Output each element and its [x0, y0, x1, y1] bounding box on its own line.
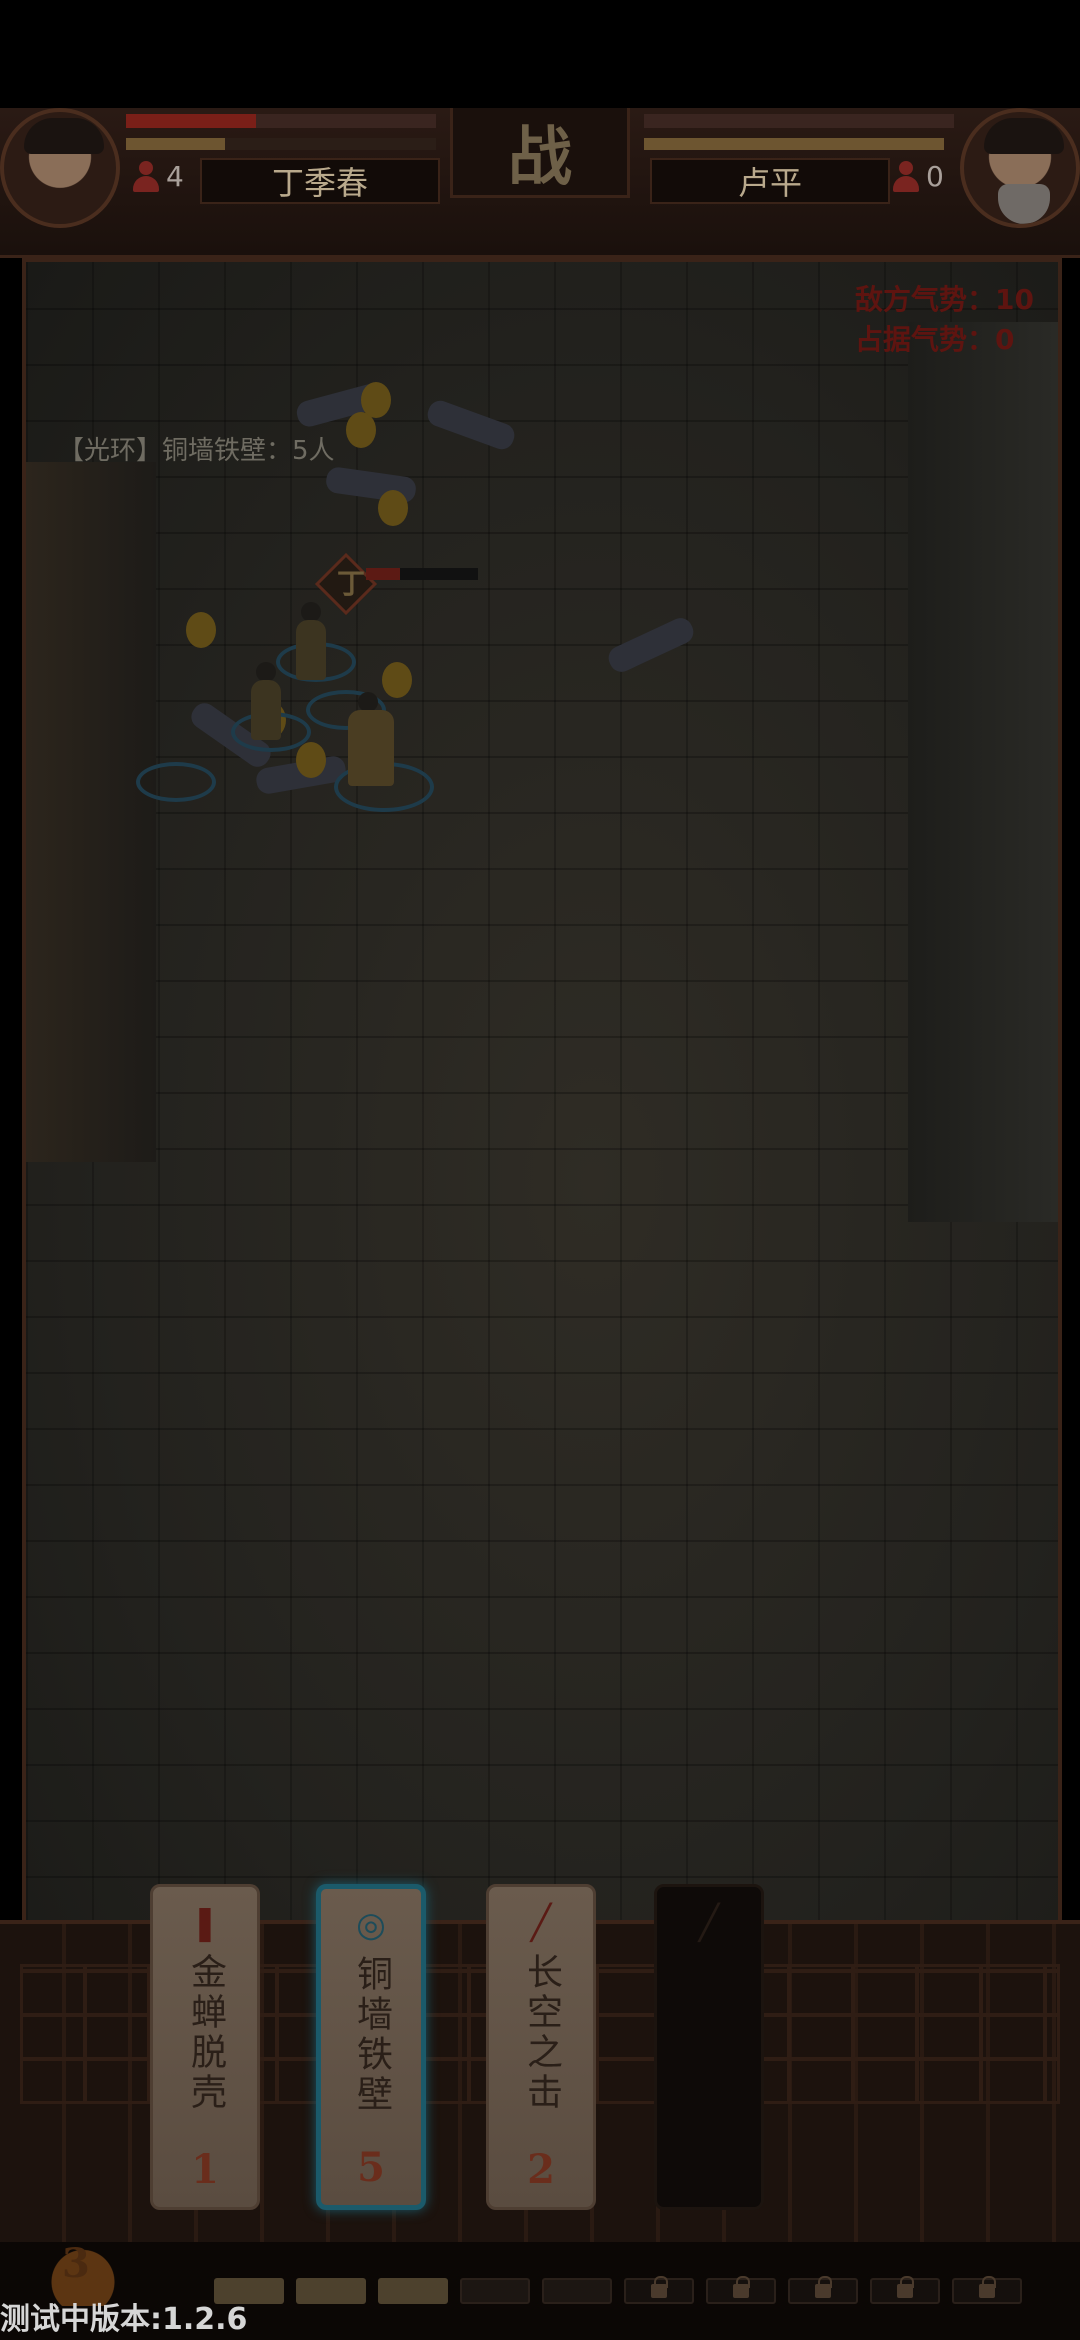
- player-energy-bar: [126, 138, 436, 150]
- energy-slot-empty: [542, 2278, 612, 2304]
- skill-card-1[interactable]: ❚ 金蝉脱壳 1: [150, 1884, 260, 2210]
- player-energy-fill: [126, 138, 226, 150]
- enemy-unit-count: 0: [890, 160, 944, 193]
- skill-card-name: 铜墙铁壁: [351, 1955, 392, 2115]
- shield-icon: [378, 490, 408, 526]
- skill-card-2[interactable]: ◎ 铜墙铁壁 5: [316, 1884, 426, 2210]
- status-strip: [0, 0, 1080, 108]
- player-unit-count: 4: [130, 160, 184, 193]
- axe-icon: ❚: [190, 1903, 220, 1943]
- morale-panel: 敌方气势：10 占据气势：0: [855, 280, 1034, 360]
- soldier-body: [251, 680, 281, 740]
- aura-status: 【光环】铜墙铁壁：5人: [58, 436, 335, 466]
- enemy-hp-bar: [644, 114, 954, 128]
- commander-hp-fill: [366, 568, 400, 580]
- soldier-head: [301, 602, 321, 622]
- player-unit-count-value: 4: [166, 160, 184, 193]
- player-name-box: 丁季春: [200, 158, 440, 204]
- skill-card-cost: 5: [357, 2144, 385, 2191]
- player-hp-bar: [126, 114, 436, 128]
- soldier-head: [256, 662, 276, 682]
- enemy-energy-fill: [644, 138, 944, 150]
- person-icon: [890, 160, 922, 193]
- sword-icon: ╱: [698, 1903, 720, 1943]
- ruined-wall-right: [908, 322, 1058, 1222]
- energy-slot-locked: [952, 2276, 1022, 2304]
- energy-count: 3: [62, 2240, 90, 2287]
- sword-icon: ╱: [530, 1903, 552, 1943]
- energy-slot-locked: [870, 2276, 940, 2304]
- enemy-name-box: 卢平: [650, 158, 890, 204]
- shield-icon: [361, 382, 391, 418]
- enemy-energy-bar: [644, 138, 944, 150]
- lock-icon: [651, 2276, 668, 2298]
- enemy-avatar[interactable]: [960, 108, 1080, 228]
- enemy-morale: 敌方气势：10: [855, 283, 1034, 316]
- skill-card-cost: 1: [191, 2146, 219, 2193]
- battle-label: 战: [508, 119, 572, 195]
- energy-slot-locked: [624, 2276, 694, 2304]
- general-body: [348, 710, 394, 786]
- player-name: 丁季春: [271, 164, 368, 202]
- fallen-soldier: [424, 397, 518, 453]
- player-hair: [24, 118, 104, 154]
- energy-slot-filled: [378, 2278, 448, 2304]
- own-morale: 占据气势：0: [855, 323, 1015, 356]
- battle-header: 4 丁季春 战 卢平 0: [0, 108, 1080, 258]
- battlefield[interactable]: 敌方气势：10 占据气势：0 【光环】铜墙铁壁：5人 丁: [22, 258, 1062, 1938]
- target-ring-icon: ◎: [356, 1905, 386, 1945]
- enemy-unit-count-value: 0: [926, 160, 944, 193]
- lock-icon: [733, 2276, 750, 2298]
- lock-icon: [979, 2276, 996, 2298]
- shield-icon: [382, 662, 412, 698]
- skill-card-name: 长空之击: [521, 1953, 562, 2113]
- skill-card-3[interactable]: ╱ 长空之击 2: [486, 1884, 596, 2210]
- energy-slot-empty: [460, 2278, 530, 2304]
- player-avatar[interactable]: [0, 108, 120, 228]
- energy-slot-locked: [706, 2276, 776, 2304]
- shield-icon: [296, 742, 326, 778]
- commander-hp-bar: [366, 568, 478, 580]
- ruined-wall-left: [26, 462, 156, 1162]
- skill-card-locked[interactable]: ╱: [654, 1884, 764, 2210]
- lock-icon: [897, 2276, 914, 2298]
- general-head: [358, 692, 378, 712]
- shield-icon: [186, 612, 216, 648]
- commander-marker-label: 丁: [337, 567, 366, 600]
- skill-card-cost: 2: [527, 2146, 555, 2193]
- soldier-body: [296, 620, 326, 680]
- lock-icon: [815, 2276, 832, 2298]
- battle-emblem: 战: [450, 108, 630, 198]
- enemy-hair: [984, 118, 1064, 154]
- player-hp-fill: [126, 114, 257, 128]
- energy-slot-locked: [788, 2276, 858, 2304]
- fallen-soldier: [604, 614, 698, 676]
- version-label: 测试中版本:1.2.6: [0, 2302, 248, 2337]
- enemy-beard: [998, 184, 1050, 224]
- energy-slot-filled: [296, 2278, 366, 2304]
- skill-card-name: 金蝉脱壳: [185, 1953, 226, 2113]
- person-icon: [130, 160, 162, 193]
- enemy-name: 卢平: [737, 164, 802, 202]
- unit-selection-ring: [136, 762, 216, 802]
